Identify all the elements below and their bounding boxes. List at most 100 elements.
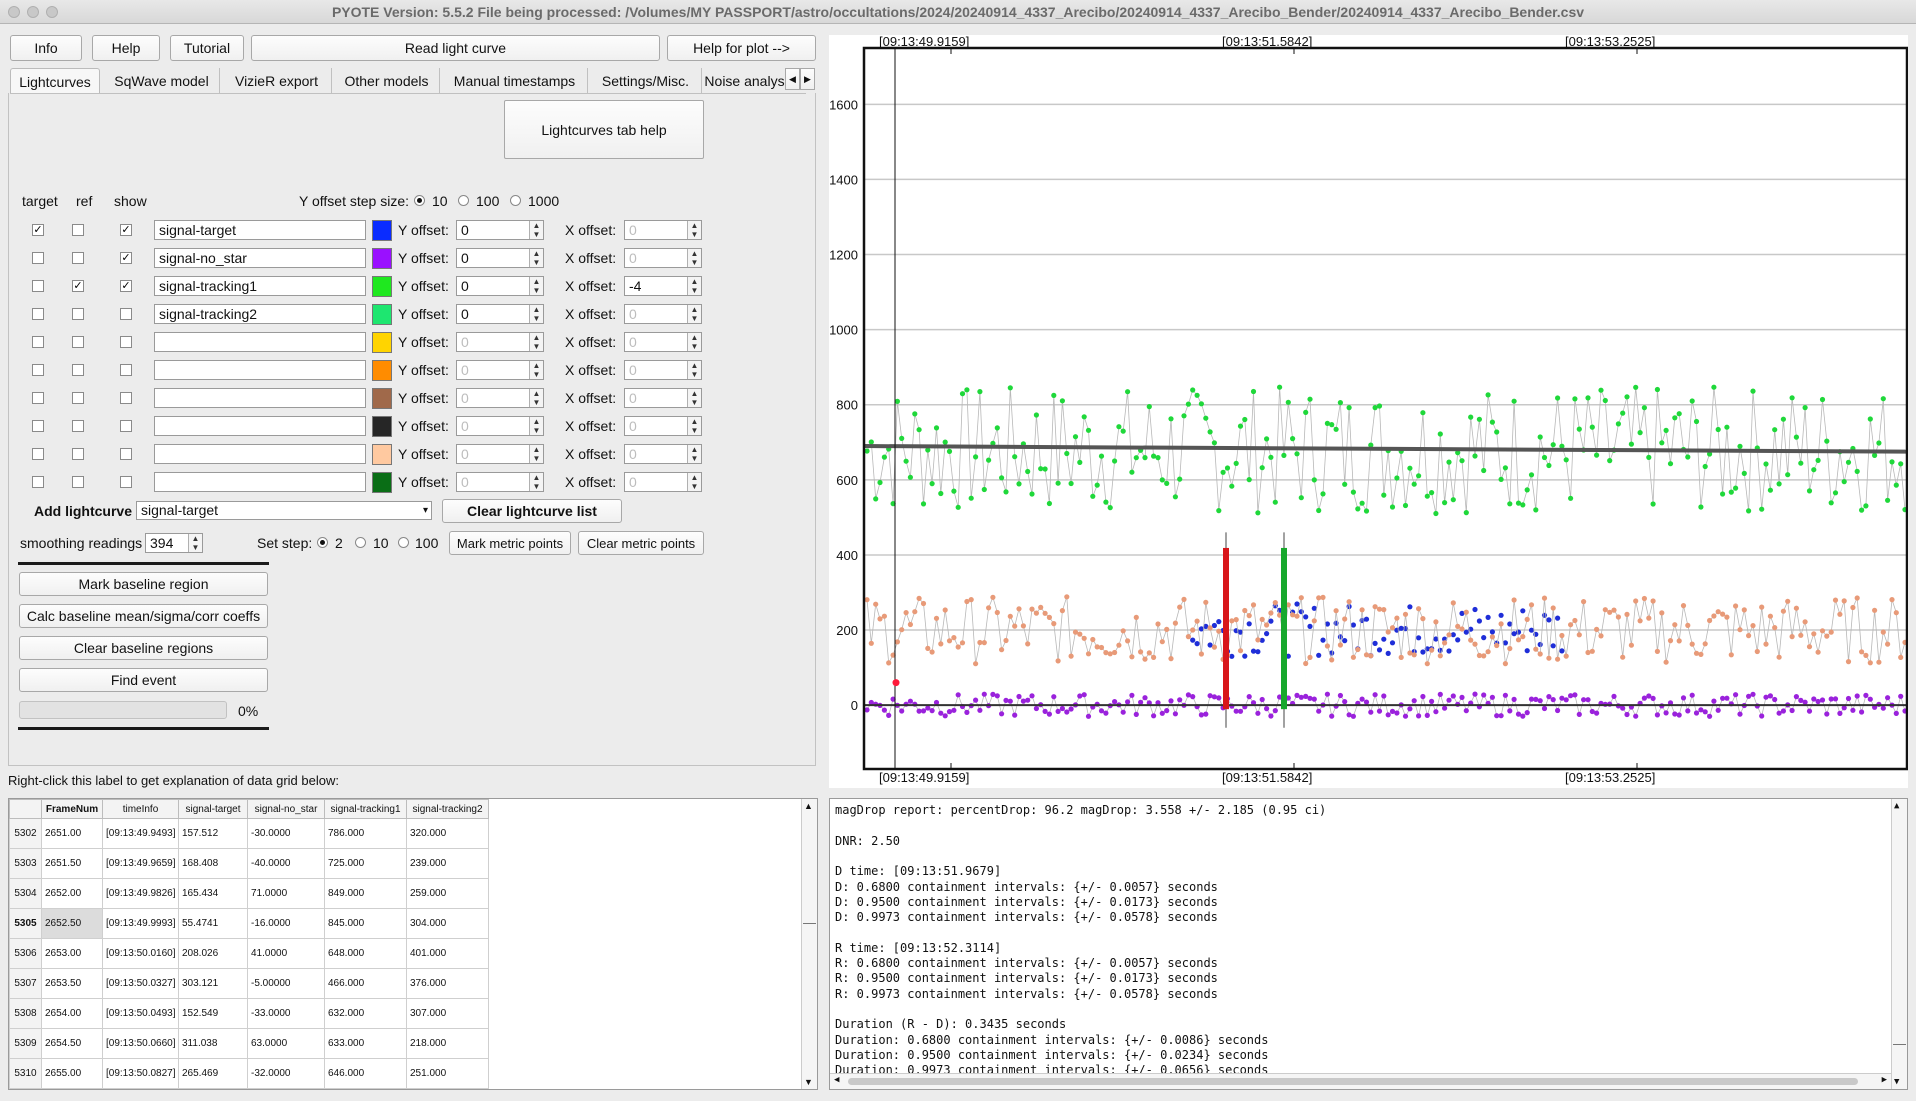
- clear-metric-points-button[interactable]: Clear metric points: [578, 531, 704, 555]
- spinner-arrows-icon[interactable]: ▲ ▼: [687, 249, 701, 267]
- lightcurve-name-field[interactable]: signal-tracking1: [154, 276, 366, 296]
- tab-scroll-right-icon[interactable]: ▶: [800, 68, 815, 90]
- selected-point[interactable]: [892, 679, 900, 687]
- ref-checkbox[interactable]: ✓: [72, 280, 84, 292]
- zoom-window-icon[interactable]: [46, 6, 58, 18]
- target-checkbox[interactable]: [32, 392, 44, 404]
- setstep-100-radio[interactable]: [398, 537, 409, 548]
- x-offset-spinbox[interactable]: 0 ▲ ▼: [624, 416, 702, 436]
- table-cell[interactable]: 311.038: [178, 1028, 248, 1059]
- report-scroll-thumb[interactable]: [1893, 1044, 1906, 1048]
- lightcurve-name-field[interactable]: [154, 388, 366, 408]
- clear-lightcurve-list-button[interactable]: Clear lightcurve list: [442, 499, 622, 523]
- table-cell[interactable]: 165.434: [178, 878, 248, 909]
- table-cell[interactable]: 2652.50: [41, 908, 103, 939]
- lightcurve-color-swatch[interactable]: [372, 276, 392, 297]
- show-checkbox[interactable]: [120, 476, 132, 488]
- lightcurve-name-field[interactable]: signal-tracking2: [154, 304, 366, 324]
- spinner-arrows-icon[interactable]: ▲ ▼: [188, 534, 202, 552]
- spinner-arrows-icon[interactable]: ▲ ▼: [529, 417, 543, 435]
- table-cell[interactable]: -16.0000: [247, 908, 325, 939]
- table-cell[interactable]: 304.000: [406, 908, 489, 939]
- table-cell[interactable]: -30.0000: [247, 818, 325, 849]
- table-cell[interactable]: 307.000: [406, 998, 489, 1029]
- scroll-up-icon[interactable]: ▲: [1894, 801, 1899, 811]
- report-vertical-scrollbar[interactable]: ▲ ▼: [1891, 799, 1907, 1089]
- setstep-10-radio[interactable]: [355, 537, 366, 548]
- table-cell[interactable]: 2651.00: [41, 818, 103, 849]
- row-header[interactable]: 5304: [9, 878, 42, 909]
- add-lightcurve-select[interactable]: signal-target ▾: [136, 501, 432, 520]
- y-offset-spinbox[interactable]: 0 ▲ ▼: [456, 248, 544, 268]
- target-checkbox[interactable]: [32, 280, 44, 292]
- report-horizontal-scrollbar[interactable]: ◀ ▶: [830, 1073, 1891, 1089]
- scroll-down-icon[interactable]: ▼: [1894, 1077, 1899, 1087]
- y-offset-spinbox[interactable]: 0 ▲ ▼: [456, 388, 544, 408]
- data-grid-label[interactable]: Right-click this label to get explanatio…: [8, 773, 339, 788]
- grid-column-header[interactable]: signal-tracking2: [406, 799, 489, 819]
- y-offset-spinbox[interactable]: 0 ▲ ▼: [456, 444, 544, 464]
- read-light-curve-button[interactable]: Read light curve: [251, 35, 660, 61]
- tab-vizier-export[interactable]: VizieR export: [222, 68, 332, 93]
- table-cell[interactable]: [09:13:50.0827]: [102, 1058, 179, 1089]
- mark-metric-points-button[interactable]: Mark metric points: [449, 531, 571, 555]
- lightcurve-color-swatch[interactable]: [372, 220, 392, 241]
- ystep-1000-radio[interactable]: [510, 195, 521, 206]
- row-header[interactable]: 5310: [9, 1058, 42, 1089]
- ystep-100-radio[interactable]: [458, 195, 469, 206]
- table-cell[interactable]: [09:13:49.9659]: [102, 848, 179, 879]
- scroll-right-icon[interactable]: ▶: [1882, 1075, 1887, 1085]
- show-checkbox[interactable]: ✓: [120, 252, 132, 264]
- table-cell[interactable]: 168.408: [178, 848, 248, 879]
- row-header[interactable]: 5302: [9, 818, 42, 849]
- table-cell[interactable]: 208.026: [178, 938, 248, 969]
- table-row[interactable]: 5307 2653.50 [09:13:50.0327] 303.121 -5.0000…: [9, 968, 489, 999]
- lightcurve-color-swatch[interactable]: [372, 360, 392, 381]
- table-cell[interactable]: 633.000: [324, 1028, 407, 1059]
- table-cell[interactable]: [09:13:50.0493]: [102, 998, 179, 1029]
- calc-baseline-button[interactable]: Calc baseline mean/sigma/corr coeffs: [19, 604, 268, 628]
- grid-column-header[interactable]: signal-target: [178, 799, 248, 819]
- ref-checkbox[interactable]: [72, 336, 84, 348]
- table-row[interactable]: 5308 2654.00 [09:13:50.0493] 152.549 -33.000…: [9, 998, 489, 1029]
- x-offset-spinbox[interactable]: -4 ▲ ▼: [624, 276, 702, 296]
- target-checkbox[interactable]: [32, 364, 44, 376]
- table-cell[interactable]: 251.000: [406, 1058, 489, 1089]
- table-cell[interactable]: 303.121: [178, 968, 248, 999]
- table-cell[interactable]: 239.000: [406, 848, 489, 879]
- target-checkbox[interactable]: [32, 336, 44, 348]
- x-offset-spinbox[interactable]: 0 ▲ ▼: [624, 388, 702, 408]
- grid-column-header[interactable]: timeInfo: [102, 799, 179, 819]
- table-cell[interactable]: 401.000: [406, 938, 489, 969]
- show-checkbox[interactable]: ✓: [120, 224, 132, 236]
- setstep-2-radio[interactable]: [317, 537, 328, 548]
- table-cell[interactable]: 157.512: [178, 818, 248, 849]
- table-row[interactable]: 5303 2651.50 [09:13:49.9659] 168.408 -40.000…: [9, 848, 489, 879]
- y-offset-spinbox[interactable]: 0 ▲ ▼: [456, 276, 544, 296]
- table-cell[interactable]: 646.000: [324, 1058, 407, 1089]
- table-cell[interactable]: 320.000: [406, 818, 489, 849]
- row-header[interactable]: 5303: [9, 848, 42, 879]
- x-offset-spinbox[interactable]: 0 ▲ ▼: [624, 304, 702, 324]
- show-checkbox[interactable]: ✓: [120, 280, 132, 292]
- lightcurve-color-swatch[interactable]: [372, 444, 392, 465]
- lightcurve-name-field[interactable]: [154, 444, 366, 464]
- ref-checkbox[interactable]: [72, 476, 84, 488]
- table-cell[interactable]: 849.000: [324, 878, 407, 909]
- find-event-button[interactable]: Find event: [19, 668, 268, 692]
- row-header[interactable]: 5309: [9, 1028, 42, 1059]
- scroll-up-icon[interactable]: ▲: [804, 801, 813, 811]
- report-hscroll-thumb[interactable]: [848, 1078, 1858, 1085]
- scroll-left-icon[interactable]: ◀: [834, 1075, 839, 1085]
- table-cell[interactable]: [09:13:50.0660]: [102, 1028, 179, 1059]
- smoothing-readings-spinbox[interactable]: 394 ▲ ▼: [145, 533, 203, 553]
- table-row[interactable]: 5305 2652.50 [09:13:49.9993] 55.4741 -16.000…: [9, 908, 489, 939]
- table-cell[interactable]: 845.000: [324, 908, 407, 939]
- table-cell[interactable]: 2653.00: [41, 938, 103, 969]
- tab-other-models[interactable]: Other models: [334, 68, 440, 93]
- table-cell[interactable]: 152.549: [178, 998, 248, 1029]
- lightcurve-name-field[interactable]: [154, 332, 366, 352]
- tutorial-button[interactable]: Tutorial: [170, 35, 244, 61]
- show-checkbox[interactable]: [120, 420, 132, 432]
- target-checkbox[interactable]: [32, 420, 44, 432]
